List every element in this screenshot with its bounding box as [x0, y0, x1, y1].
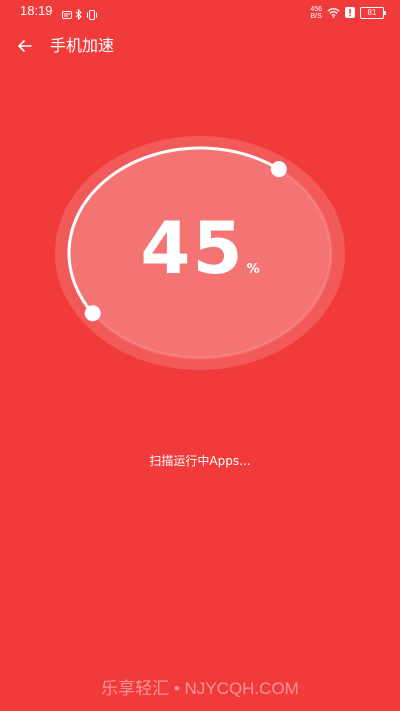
status-right-icons: 456 B/S 81: [310, 3, 386, 22]
scan-status-text: 扫描运行中Apps...: [149, 454, 251, 468]
arrow-left-icon: [18, 40, 32, 52]
app-bar: 手机加速: [0, 30, 400, 62]
wifi-icon: [327, 3, 340, 22]
net-speed-value: 456: [310, 5, 322, 13]
back-button[interactable]: [14, 35, 36, 57]
watermark: 乐享轻汇 • NJYCQH.COM: [101, 679, 299, 698]
net-speed-unit: B/S: [310, 12, 322, 20]
alert-icon: [345, 3, 355, 22]
gauge-end-knob: [270, 161, 287, 178]
vibrate-icon: [86, 5, 98, 24]
bluetooth-icon: [75, 5, 83, 24]
gauge-start-knob: [84, 305, 101, 322]
status-bar: 18:19 456 B/S 81: [0, 0, 400, 24]
message-icon: [62, 5, 72, 24]
battery-indicator: 81: [360, 6, 386, 19]
net-speed: 456 B/S: [310, 6, 322, 20]
status-time: 18:19: [20, 3, 53, 18]
status-left-icons: [62, 5, 98, 24]
speed-gauge: [55, 136, 345, 370]
page-title: 手机加速: [50, 36, 115, 55]
